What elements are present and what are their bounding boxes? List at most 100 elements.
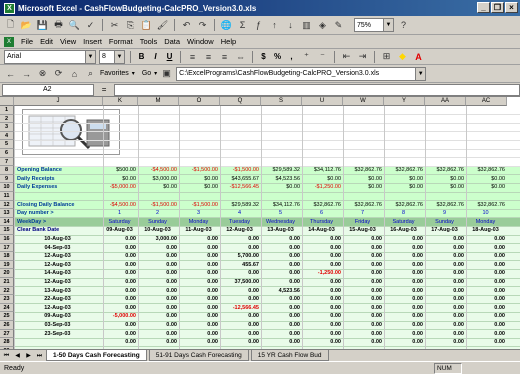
menu-format[interactable]: Format: [109, 37, 133, 46]
column-header-O[interactable]: O: [179, 97, 220, 106]
row-header-11[interactable]: 11: [0, 192, 14, 201]
column-header-K[interactable]: K: [103, 97, 138, 106]
drawing-icon[interactable]: ✎: [332, 19, 345, 32]
address-field[interactable]: C:\ExcelPrograms\CashFlowBudgeting-CalcP…: [176, 66, 427, 81]
menu-data[interactable]: Data: [164, 37, 180, 46]
home-icon[interactable]: ⌂: [68, 67, 81, 80]
column-header-Y[interactable]: Y: [384, 97, 425, 106]
column-header-Q[interactable]: Q: [220, 97, 261, 106]
favorites-menu[interactable]: Favorites: [100, 70, 129, 77]
bold-button[interactable]: B: [136, 52, 147, 61]
zoom-select[interactable]: 75% ▼: [354, 18, 394, 32]
print-icon[interactable]: 🖶: [52, 19, 65, 32]
refresh-icon[interactable]: ⟳: [52, 67, 65, 80]
row-header-7[interactable]: 7: [0, 157, 14, 167]
fill-color-icon[interactable]: ◆: [396, 50, 409, 63]
menu-tools[interactable]: Tools: [140, 37, 158, 46]
go-menu[interactable]: Go: [142, 70, 151, 77]
row-header-28[interactable]: 28: [0, 338, 14, 347]
search-web-icon[interactable]: ⌕: [84, 67, 97, 80]
paste-icon[interactable]: 📋: [140, 19, 153, 32]
autosum-icon[interactable]: Σ: [236, 19, 249, 32]
show-only-web-toolbar-icon[interactable]: ▣: [160, 67, 173, 80]
menu-edit[interactable]: Edit: [40, 37, 53, 46]
hyperlink-icon[interactable]: 🌐: [220, 19, 233, 32]
row-header-14[interactable]: 14: [0, 217, 14, 227]
sort-ascending-icon[interactable]: ↑: [268, 19, 281, 32]
first-sheet-icon[interactable]: ⏮: [2, 351, 11, 361]
formula-input[interactable]: [114, 83, 520, 96]
currency-button[interactable]: $: [258, 52, 269, 61]
tab-1-50-days[interactable]: 1-50 Days Cash Forecasting: [46, 350, 147, 361]
forward-arrow-icon[interactable]: →: [20, 67, 33, 80]
prev-sheet-icon[interactable]: ◀: [13, 351, 22, 361]
row-header-2[interactable]: 2: [0, 114, 14, 124]
save-icon[interactable]: 💾: [36, 19, 49, 32]
tab-15-yr-budget[interactable]: 15 YR Cash Flow Bud: [250, 350, 329, 361]
last-sheet-icon[interactable]: ⏭: [35, 351, 44, 361]
row-header-10[interactable]: 10: [0, 183, 14, 192]
row-header-21[interactable]: 21: [0, 278, 14, 287]
italic-button[interactable]: I: [150, 52, 161, 61]
menu-file[interactable]: File: [21, 37, 33, 46]
column-header-U[interactable]: U: [302, 97, 343, 106]
row-header-1[interactable]: 1: [0, 106, 14, 115]
row-header-15[interactable]: 15: [0, 226, 14, 235]
row-header-4[interactable]: 4: [0, 131, 14, 141]
chart-wizard-icon[interactable]: ▥: [300, 19, 313, 32]
copy-icon[interactable]: ⎘: [124, 19, 137, 32]
row-header-3[interactable]: 3: [0, 123, 14, 132]
increase-decimal-icon[interactable]: ⁺: [300, 50, 313, 63]
map-icon[interactable]: ◈: [316, 19, 329, 32]
cut-icon[interactable]: ✂: [108, 19, 121, 32]
print-preview-icon[interactable]: 🔍: [68, 19, 81, 32]
function-icon[interactable]: ƒ: [252, 19, 265, 32]
row-header-13[interactable]: 13: [0, 209, 14, 218]
row-header-25[interactable]: 25: [0, 312, 14, 321]
percent-button[interactable]: %: [272, 52, 283, 61]
decrease-decimal-icon[interactable]: ⁻: [316, 50, 329, 63]
row-header-5[interactable]: 5: [0, 140, 14, 149]
row-header-12[interactable]: 12: [0, 200, 14, 210]
menu-help[interactable]: Help: [221, 37, 236, 46]
column-header-AA[interactable]: AA: [425, 97, 466, 106]
align-right-icon[interactable]: ≡: [218, 50, 231, 63]
borders-icon[interactable]: ⊞: [380, 50, 393, 63]
next-sheet-icon[interactable]: ▶: [24, 351, 33, 361]
menu-view[interactable]: View: [60, 37, 76, 46]
back-arrow-icon[interactable]: ←: [4, 67, 17, 80]
row-header-8[interactable]: 8: [0, 166, 14, 175]
close-button[interactable]: ×: [505, 2, 518, 13]
row-header-17[interactable]: 17: [0, 243, 14, 253]
align-left-icon[interactable]: ≡: [186, 50, 199, 63]
restore-button[interactable]: ❐: [491, 2, 504, 13]
increase-indent-icon[interactable]: ⇥: [356, 50, 369, 63]
merge-center-icon[interactable]: ⇔: [234, 50, 247, 63]
menu-insert[interactable]: Insert: [83, 37, 102, 46]
spelling-icon[interactable]: ✓: [84, 19, 97, 32]
select-all-corner[interactable]: [0, 97, 14, 106]
row-header-24[interactable]: 24: [0, 303, 14, 313]
format-painter-icon[interactable]: 🖌: [156, 19, 169, 32]
row-header-23[interactable]: 23: [0, 295, 14, 304]
font-name-select[interactable]: Arial ▼: [4, 49, 96, 64]
help-icon[interactable]: ?: [397, 19, 410, 32]
row-header-19[interactable]: 19: [0, 260, 14, 270]
row-header-9[interactable]: 9: [0, 174, 14, 184]
row-header-16[interactable]: 16: [0, 235, 14, 244]
function-icon[interactable]: =: [97, 85, 111, 94]
column-header-J[interactable]: J: [14, 97, 103, 106]
row-header-18[interactable]: 18: [0, 252, 14, 261]
comma-button[interactable]: ,: [286, 52, 297, 61]
align-center-icon[interactable]: ≡: [202, 50, 215, 63]
row-header-6[interactable]: 6: [0, 149, 14, 158]
menu-window[interactable]: Window: [187, 37, 214, 46]
row-header-26[interactable]: 26: [0, 321, 14, 330]
font-color-icon[interactable]: A: [412, 50, 425, 63]
row-header-27[interactable]: 27: [0, 329, 14, 339]
column-header-AC[interactable]: AC: [466, 97, 507, 106]
decrease-indent-icon[interactable]: ⇤: [340, 50, 353, 63]
stop-icon[interactable]: ⊗: [36, 67, 49, 80]
spreadsheet-grid[interactable]: J K M O Q S U W Y AA AC 1 2 3 4 5 6 7 8 9 10 11 12 13 14 15 16 17 18…: [0, 97, 520, 349]
column-header-W[interactable]: W: [343, 97, 384, 106]
